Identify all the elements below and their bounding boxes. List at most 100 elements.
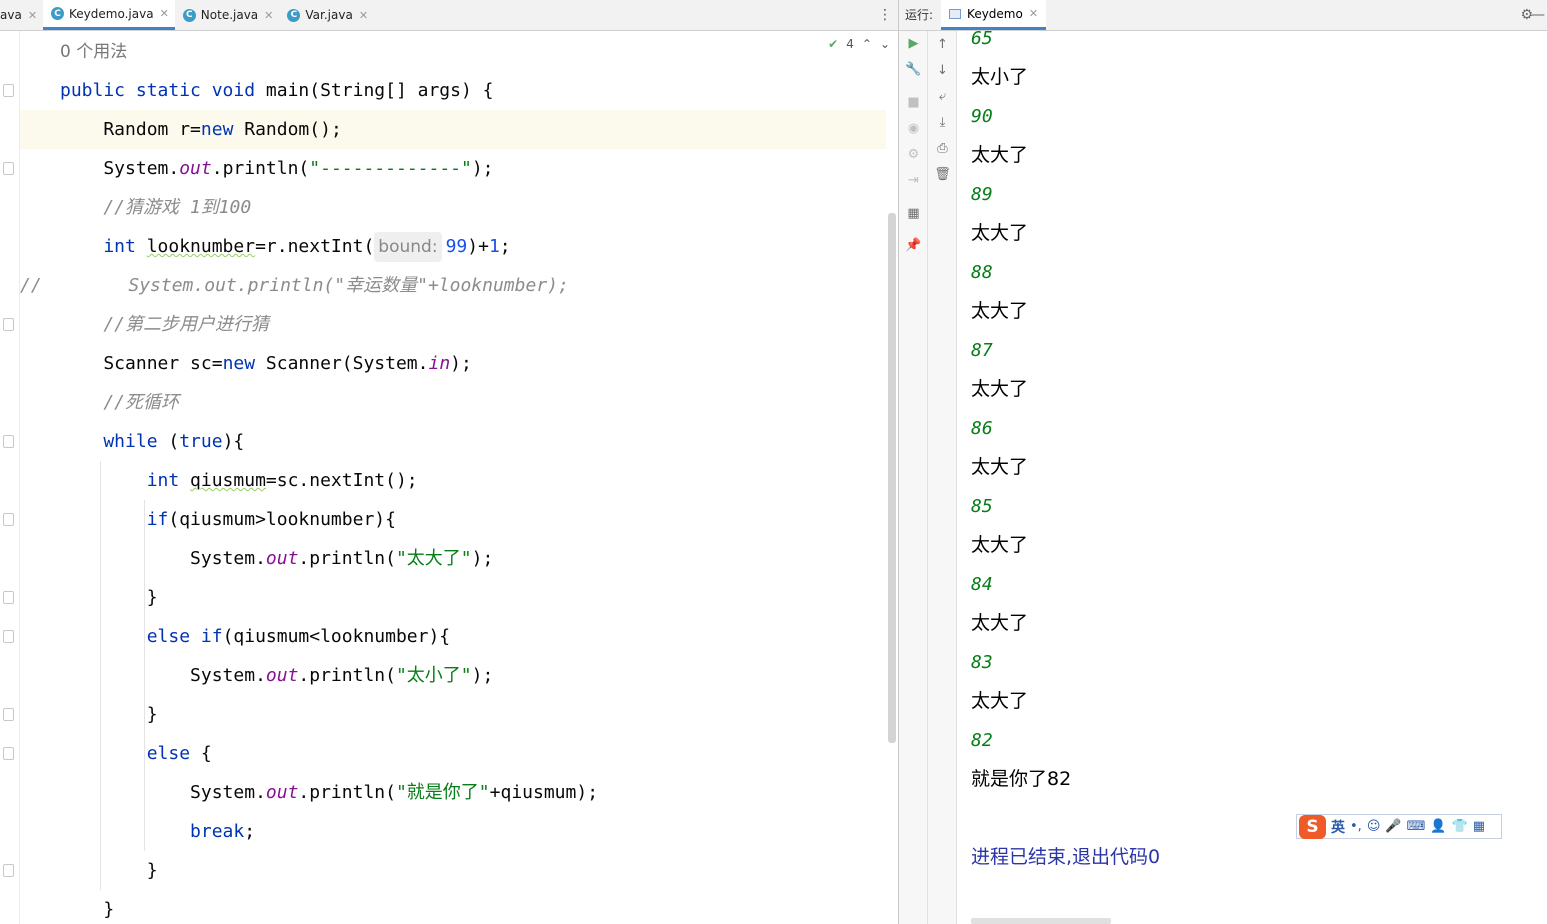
code-token: 0 个用法	[60, 42, 128, 62]
code-line[interactable]: System.out.println("-------------");	[20, 149, 886, 188]
code-token: int	[60, 470, 191, 491]
code-line[interactable]: }	[20, 890, 886, 924]
process-exit-message: 进程已结束,退出代码0	[971, 846, 1161, 868]
more-options-icon[interactable]: ⋮	[878, 8, 892, 22]
fold-marker-icon[interactable]	[3, 513, 14, 526]
fold-marker-icon[interactable]	[3, 630, 14, 643]
code-line[interactable]: break;	[20, 812, 886, 851]
microphone-icon[interactable]: 🎤	[1385, 819, 1401, 834]
fold-marker-icon[interactable]	[3, 864, 14, 877]
console-input-line: 65	[971, 31, 993, 49]
arrow-down-icon[interactable]: ↓	[928, 60, 957, 82]
code-line[interactable]: 0 个用法	[20, 32, 886, 71]
close-icon[interactable]: ✕	[359, 9, 368, 22]
inspection-count: 4	[846, 37, 854, 51]
java-class-icon: C	[287, 8, 301, 22]
code-line[interactable]: // System.out.println("幸运数量"+looknumber)…	[20, 266, 886, 305]
scroll-to-end-icon[interactable]: ⤓	[928, 112, 957, 134]
camera-icon[interactable]: ◉	[899, 118, 928, 140]
fold-marker-icon[interactable]	[3, 708, 14, 721]
ime-toolbar[interactable]: S 英 •, ☺ 🎤 ⌨ 👤 👕 ▦	[1296, 814, 1502, 839]
code-token: //死循环	[60, 392, 180, 413]
user-icon[interactable]: 👤	[1430, 819, 1446, 834]
layout-icon[interactable]: ▦	[899, 203, 928, 225]
keyboard-icon[interactable]: ⌨	[1407, 819, 1426, 834]
fold-marker-icon[interactable]	[3, 747, 14, 760]
code-token: new	[200, 119, 245, 140]
minimize-icon[interactable]: —	[1531, 7, 1545, 23]
code-token: public static void	[60, 80, 266, 101]
tab-keydemo[interactable]: C Keydemo.java ✕	[43, 0, 175, 30]
code-line[interactable]: System.out.println("太小了");	[20, 656, 886, 695]
shirt-icon[interactable]: 👕	[1452, 819, 1468, 834]
code-line[interactable]: int looknumber=r.nextInt(bound: 99)+1;	[20, 227, 886, 266]
close-icon[interactable]: ✕	[160, 7, 169, 20]
fold-marker-icon[interactable]	[3, 435, 14, 448]
tab-partial-java[interactable]: ava ✕	[0, 0, 43, 30]
close-icon[interactable]: ✕	[264, 9, 273, 22]
arrow-up-icon[interactable]: ↑	[928, 34, 957, 56]
grid-icon[interactable]: ▦	[1473, 819, 1485, 834]
console-input-line: 90	[971, 106, 993, 127]
sogou-logo-icon[interactable]: S	[1299, 814, 1326, 839]
code-line[interactable]: //第二步用户进行猜	[20, 305, 886, 344]
tab-var[interactable]: C Var.java ✕	[279, 0, 374, 30]
run-label: 运行:	[905, 8, 934, 22]
fold-marker-icon[interactable]	[3, 162, 14, 175]
code-line[interactable]: }	[20, 578, 886, 617]
code-line[interactable]: //猜游戏 1到100	[20, 188, 886, 227]
code-token: );	[471, 665, 494, 686]
rerun-icon[interactable]: ▶	[899, 33, 928, 55]
wrench-icon[interactable]: 🔧	[899, 59, 928, 81]
chevron-down-icon[interactable]: ⌄	[880, 37, 890, 51]
editor-tab-bar: ava ✕ C Keydemo.java ✕ C Note.java ✕ C V…	[0, 0, 898, 31]
tab-note[interactable]: C Note.java ✕	[175, 0, 280, 30]
console-scrollbar[interactable]	[971, 918, 1111, 924]
code-editor[interactable]: 0 个用法 public static void main(String[] ar…	[0, 31, 898, 924]
soft-wrap-icon[interactable]: ⤶	[928, 86, 957, 108]
indent-guide	[144, 656, 145, 695]
stop-icon[interactable]: ■	[899, 92, 928, 114]
trash-icon[interactable]: 🗑	[928, 164, 957, 186]
code-token: true	[179, 431, 223, 452]
code-line[interactable]: //死循环	[20, 383, 886, 422]
code-line[interactable]: System.out.println("太大了");	[20, 539, 886, 578]
ime-language[interactable]: 英	[1331, 817, 1345, 837]
gear-icon[interactable]: ⚙	[899, 144, 928, 166]
code-line[interactable]: System.out.println("就是你了"+qiusmum);	[20, 773, 886, 812]
code-line[interactable]: Scanner sc=new Scanner(System.in);	[20, 344, 886, 383]
code-token: }	[60, 587, 158, 608]
code-token: in	[428, 353, 451, 374]
run-tab-keydemo[interactable]: Keydemo ✕	[941, 0, 1047, 30]
fold-marker-icon[interactable]	[3, 591, 14, 604]
code-line[interactable]: int qiusmum=sc.nextInt();	[20, 461, 886, 500]
code-line[interactable]: else if(qiusmum<looknumber){	[20, 617, 886, 656]
code-line[interactable]: else {	[20, 734, 886, 773]
code-line[interactable]: while (true){	[20, 422, 886, 461]
chevron-up-icon[interactable]: ⌃	[862, 37, 872, 51]
code-token: //猜游戏 1到100	[60, 197, 252, 218]
emoji-icon[interactable]: ☺	[1367, 819, 1381, 834]
code-token: }	[60, 704, 158, 725]
code-line[interactable]: }	[20, 695, 886, 734]
code-token: .println(	[211, 158, 310, 179]
close-icon[interactable]: ✕	[1029, 7, 1038, 20]
login-icon[interactable]: ⇥	[899, 170, 928, 192]
inspection-widget[interactable]: ✔ 4 ⌃ ⌄	[828, 33, 890, 55]
editor-scrollbar[interactable]	[888, 213, 896, 743]
code-area[interactable]: 0 个用法 public static void main(String[] ar…	[20, 31, 886, 924]
print-icon[interactable]: ⎙	[928, 138, 957, 160]
console-output-line: 太大了	[971, 144, 1029, 166]
pin-icon[interactable]: 📌	[899, 235, 928, 257]
code-line[interactable]: public static void main(String[] args) {	[20, 71, 886, 110]
code-line[interactable]: if(qiusmum>looknumber){	[20, 500, 886, 539]
code-line[interactable]: Random r=new Random();	[20, 110, 886, 149]
console-input-line: 85	[971, 496, 993, 517]
code-line[interactable]: }	[20, 851, 886, 890]
console-output[interactable]: 65 太小了 90 太大了 89 太大了 88 太大了 87 太大了 86 太大了 85 太大了 84 太大了…	[957, 31, 1547, 924]
fold-marker-icon[interactable]	[3, 84, 14, 97]
fold-marker-icon[interactable]	[3, 318, 14, 331]
code-token: // System.out.println("幸运数量"+looknumber)…	[20, 275, 569, 296]
punctuation-icon[interactable]: •,	[1350, 819, 1362, 834]
close-icon[interactable]: ✕	[28, 9, 37, 22]
